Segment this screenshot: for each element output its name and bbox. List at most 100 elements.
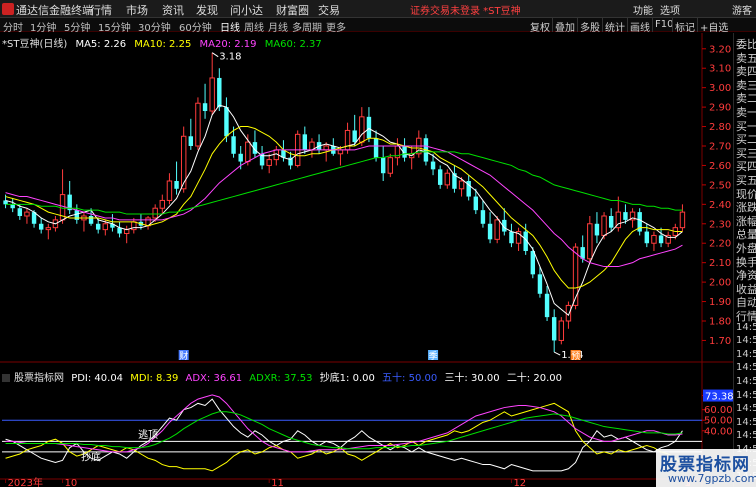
candle-body-down bbox=[202, 103, 208, 111]
price-tick-label: 2.60 bbox=[709, 161, 731, 172]
candle-body-up bbox=[337, 149, 344, 155]
candle-body-down bbox=[17, 208, 23, 216]
date-tick-label: 10 bbox=[65, 478, 78, 487]
candle-body-down bbox=[437, 169, 443, 185]
date-tick-label: 12 bbox=[513, 478, 526, 487]
ma-line-ma60 bbox=[5, 151, 683, 215]
menu-jiaoyi[interactable]: 交易 bbox=[318, 2, 340, 18]
kline-chart[interactable]: 3.20 3.10 3.00 2.90 2.80 2.70 2.60 2.50 2.40 2.30… bbox=[0, 33, 733, 487]
menu-zixun[interactable]: 资讯 bbox=[162, 2, 184, 18]
guest-label[interactable]: 游客 bbox=[732, 2, 752, 17]
menu-shichang[interactable]: 市场 bbox=[126, 2, 148, 18]
menu-xuanxiang[interactable]: 选项 bbox=[660, 2, 680, 17]
menu-caifuquan[interactable]: 财富圈 bbox=[276, 2, 309, 18]
candle-body-down bbox=[473, 196, 479, 211]
period-monthly[interactable]: 月线 bbox=[268, 19, 288, 34]
ma60-value: MA60: 2.37 bbox=[264, 39, 322, 50]
tool-add-watchlist[interactable]: +自选 bbox=[700, 19, 728, 34]
ma20-value: MA20: 2.19 bbox=[199, 39, 257, 50]
price-tick-label: 2.40 bbox=[709, 200, 731, 211]
period-weekly[interactable]: 周线 bbox=[244, 19, 264, 34]
period-more[interactable]: 更多 bbox=[326, 19, 346, 34]
ind-tick-label: 60.00 bbox=[704, 405, 733, 416]
price-tick-label: 2.50 bbox=[709, 180, 731, 191]
quote-label: 14:5 bbox=[736, 389, 756, 401]
ind-line-mdi bbox=[5, 402, 683, 472]
candle-body-up bbox=[323, 145, 329, 151]
tool-tongji[interactable]: 统计 bbox=[605, 19, 625, 34]
candle-body-up bbox=[102, 223, 109, 231]
candle-body-down bbox=[10, 204, 15, 209]
period-1min[interactable]: 1分钟 bbox=[30, 19, 56, 34]
candle-body-down bbox=[366, 116, 372, 139]
candle-body-up bbox=[651, 234, 657, 244]
candle-body-up bbox=[195, 102, 201, 147]
tool-f10[interactable]: F10 bbox=[655, 19, 673, 30]
candle-body-down bbox=[430, 161, 436, 170]
wushi-value: 五十: 50.00 bbox=[382, 373, 438, 384]
stock-title: *ST豆神(日线) bbox=[2, 39, 68, 50]
candle-body-up bbox=[558, 320, 565, 341]
login-warning: 证券交易未登录 *ST豆神 bbox=[410, 6, 521, 17]
period-toolbar: 分时 1分钟 5分钟 15分钟 30分钟 60分钟 日线 周线 月线 多周期 更… bbox=[0, 18, 756, 34]
event-marker-label: 季 bbox=[429, 350, 438, 362]
price-tick-label: 2.00 bbox=[709, 278, 731, 289]
event-marker-label: 财 bbox=[179, 350, 188, 362]
indicator-square-icon[interactable] bbox=[2, 374, 10, 382]
period-15min[interactable]: 15分钟 bbox=[98, 19, 131, 34]
ma-line-ma5 bbox=[5, 104, 683, 316]
tool-duogu[interactable]: 多股 bbox=[580, 19, 600, 34]
menu-wenxiaoda[interactable]: 问小达 bbox=[230, 2, 263, 18]
candle-body-up bbox=[166, 180, 173, 201]
quote-label: 14:5 bbox=[736, 362, 756, 374]
menu-faxian[interactable]: 发现 bbox=[196, 2, 218, 18]
date-tick-label: 2023年 bbox=[8, 476, 43, 487]
ind-line-adxr bbox=[5, 411, 683, 450]
period-30min[interactable]: 30分钟 bbox=[138, 19, 171, 34]
candle-body-down bbox=[352, 130, 357, 143]
ma5-value: MA5: 2.26 bbox=[75, 39, 127, 50]
tool-diejia[interactable]: 叠加 bbox=[555, 19, 575, 34]
menu-gongneng[interactable]: 功能 bbox=[633, 2, 653, 17]
candle-body-down bbox=[644, 231, 650, 244]
price-tick-label: 3.00 bbox=[709, 83, 731, 94]
adx-value: ADX: 36.61 bbox=[185, 373, 243, 384]
price-tick-label: 3.20 bbox=[709, 44, 731, 55]
candle-body-down bbox=[95, 223, 101, 230]
price-tick-label: 1.70 bbox=[709, 336, 731, 347]
price-tick-label: 2.20 bbox=[709, 239, 731, 250]
candle-body-down bbox=[658, 235, 664, 244]
candle-body-up bbox=[152, 207, 158, 219]
event-marker-label: 预 bbox=[571, 351, 580, 362]
price-tick-label: 2.30 bbox=[709, 219, 731, 230]
candle-body-up bbox=[587, 223, 593, 260]
ind-line-adx bbox=[5, 394, 683, 453]
candle-body-down bbox=[302, 134, 308, 150]
quote-label: 14:5 bbox=[736, 335, 756, 347]
candle-body-down bbox=[537, 274, 543, 294]
quote-panel: 委比 卖五 卖四 卖三 卖二 卖一 买一 买二 买三 买四 买五 现价 涨跌 涨幅 总量 外盘 换手 净资 收益 自动… bbox=[733, 33, 756, 487]
price-tick-label: 2.10 bbox=[709, 258, 731, 269]
candle-body-up bbox=[601, 215, 607, 236]
sanshi-value: 三十: 30.00 bbox=[444, 373, 500, 384]
tool-huaxian[interactable]: 画线 bbox=[630, 19, 650, 34]
high-pointer bbox=[211, 52, 219, 58]
site-watermark: 股票指标网 www.7gpzb.com bbox=[656, 449, 756, 487]
tool-fuquan[interactable]: 复权 bbox=[530, 19, 550, 34]
title-bar: 通达信金融终端 行情 市场 资讯 发现 问小达 财富圈 交易 证券交易未登录 *… bbox=[0, 0, 756, 18]
period-multi[interactable]: 多周期 bbox=[292, 19, 322, 34]
candle-body-down bbox=[224, 107, 229, 137]
period-fenshi[interactable]: 分时 bbox=[3, 19, 23, 34]
tool-biaoji[interactable]: 标记 bbox=[675, 19, 695, 34]
candle-body-up bbox=[209, 77, 215, 112]
period-daily[interactable]: 日线 bbox=[220, 19, 240, 34]
candle-body-down bbox=[88, 216, 94, 224]
price-tick-label: 2.70 bbox=[709, 142, 731, 153]
period-5min[interactable]: 5分钟 bbox=[64, 19, 90, 34]
candle-body-down bbox=[373, 138, 379, 158]
mdi-value: MDI: 8.39 bbox=[130, 373, 179, 384]
period-60min[interactable]: 60分钟 bbox=[179, 19, 212, 34]
menu-hangqing[interactable]: 行情 bbox=[90, 2, 112, 18]
candle-body-down bbox=[380, 157, 386, 174]
candle-body-up bbox=[45, 227, 52, 231]
